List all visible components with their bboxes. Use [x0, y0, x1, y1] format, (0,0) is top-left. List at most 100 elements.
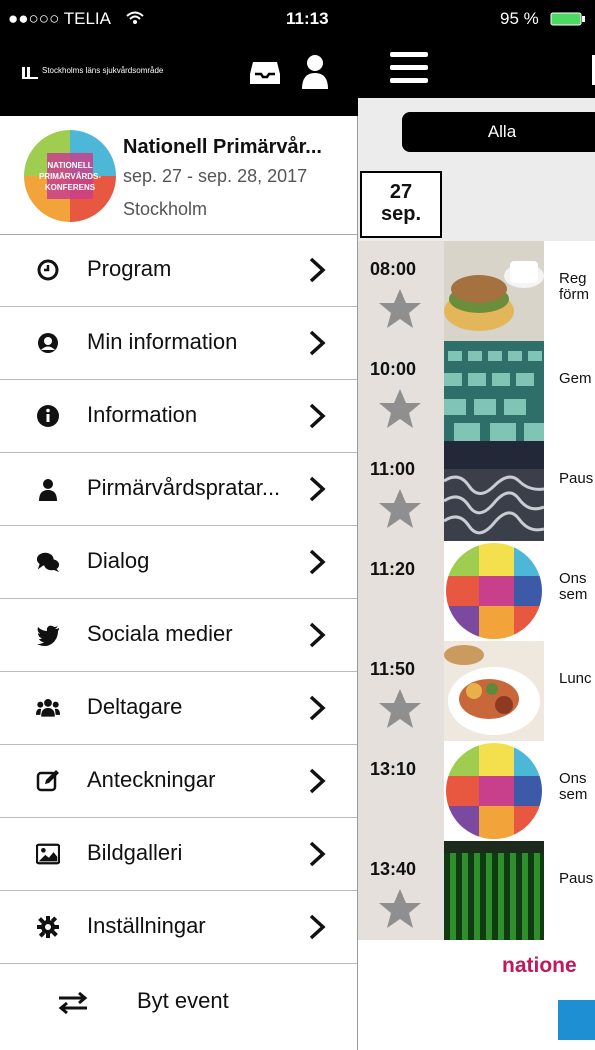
favorite-star-icon[interactable] [378, 887, 422, 929]
event-dates: sep. 27 - sep. 28, 2017 [123, 166, 308, 186]
event-logo-text: NATIONELL PRIMÄRVÅRDS-KONFERENS [38, 161, 102, 192]
session-title-line: Lunc [559, 670, 592, 687]
session-time: 08:00 [370, 259, 417, 279]
session-row[interactable]: 13:40 Paus [358, 841, 595, 941]
menu-item-label: Information [87, 402, 198, 427]
session-title: Reg förm [559, 271, 589, 303]
chevron-right-icon [309, 549, 326, 575]
session-title-line: Reg [559, 270, 587, 287]
session-thumbnail-food [444, 641, 544, 741]
clock-icon [37, 259, 59, 281]
switch-event-button[interactable]: Byt event [0, 964, 357, 1036]
filter-all-button[interactable]: Alla [402, 112, 595, 152]
session-thumbnail-logo [444, 741, 544, 841]
session-time: 10:00 [370, 359, 417, 379]
session-row[interactable]: 11:50 Lunc [358, 641, 595, 741]
session-thumbnail-metal [444, 441, 544, 541]
menu-item-label: Pirmärvårdspratar... [87, 475, 281, 500]
edit-icon [36, 770, 59, 792]
chevron-right-icon [309, 257, 326, 283]
menu-item-label: Program [87, 256, 172, 281]
favorite-star-icon[interactable] [378, 287, 422, 329]
time-column [358, 541, 444, 641]
menu-item-primarvardspratar[interactable]: Pirmärvårdspratar... [0, 453, 357, 526]
session-row[interactable]: 11:00 Paus [358, 441, 595, 541]
session-title-line: Paus [559, 870, 594, 887]
chevron-right-icon [309, 403, 326, 429]
event-card[interactable]: NATIONELL PRIMÄRVÅRDS-KONFERENS Nationel… [0, 116, 357, 235]
twitter-icon [37, 625, 59, 647]
session-row[interactable]: 11:20 Ons sem [358, 541, 595, 641]
session-title-line: Gem [559, 370, 592, 387]
date-day: 27 [389, 181, 413, 203]
session-title-line: sem [559, 586, 588, 603]
group-icon [36, 699, 60, 717]
image-icon [36, 843, 60, 865]
favorite-star-icon[interactable] [378, 487, 422, 529]
hamburger-menu-button[interactable] [390, 50, 430, 84]
menu-item-label: Sociala medier [87, 621, 233, 646]
event-place: Stockholm [123, 199, 208, 219]
session-thumbnail-food [444, 241, 544, 341]
clock-label: 11:13 [286, 9, 329, 28]
session-title: Paus [559, 871, 593, 887]
session-row[interactable]: 08:00 Reg förm [358, 241, 595, 341]
session-thumbnail-chairs [444, 341, 544, 441]
sponsor-banner-text: natione [502, 954, 577, 977]
info-icon [37, 405, 59, 427]
session-title: Lunc [559, 671, 592, 687]
session-time: 11:20 [370, 559, 416, 579]
person-icon [39, 479, 57, 501]
menu-item-dialog[interactable]: Dialog [0, 526, 357, 599]
session-time: 13:40 [370, 859, 417, 879]
sponsor-banner-logo [558, 1000, 595, 1040]
date-header: 27 sep. [360, 171, 442, 238]
menu-item-anteckningar[interactable]: Anteckningar [0, 745, 357, 818]
menu-item-label: Dialog [87, 548, 150, 573]
session-title-line: Ons [559, 570, 587, 587]
status-bar: ●●○○○ TELIA 11:13 95 % [0, 0, 595, 36]
event-logo: NATIONELL PRIMÄRVÅRDS-KONFERENS [24, 130, 116, 222]
menu-item-sociala-medier[interactable]: Sociala medier [0, 599, 357, 672]
chevron-right-icon [309, 914, 326, 940]
menu-item-label: Anteckningar [87, 767, 216, 792]
battery-label: 95 % [500, 9, 539, 28]
menu-item-label: Min information [87, 329, 238, 354]
profile-icon[interactable] [301, 54, 329, 90]
schedule-panel: Alla 27 sep. 08:00 Reg förm 10:00 Gem 11:… [358, 98, 595, 1050]
time-column [358, 741, 444, 841]
favorite-star-icon[interactable] [378, 687, 422, 729]
session-time: 11:50 [370, 659, 416, 679]
menu-item-deltagare[interactable]: Deltagare [0, 672, 357, 745]
region-logo-icon [22, 67, 38, 79]
session-row[interactable]: 10:00 Gem [358, 341, 595, 441]
hamburger-line [390, 65, 428, 70]
session-row[interactable]: 13:10 Ons sem [358, 741, 595, 841]
session-time: 11:00 [370, 459, 416, 479]
switch-event-label: Byt event [137, 988, 229, 1013]
chevron-right-icon [309, 695, 326, 721]
filter-row: Alla [358, 98, 595, 166]
chevron-right-icon [309, 622, 326, 648]
menu-item-min-information[interactable]: Min information [0, 307, 357, 380]
menu-item-installningar[interactable]: Inställningar [0, 891, 357, 964]
user-circle-icon [38, 333, 58, 353]
battery-icon [550, 12, 585, 26]
favorite-star-icon[interactable] [378, 387, 422, 429]
menu-item-information[interactable]: Information [0, 380, 357, 453]
session-title-line: Paus [559, 470, 594, 487]
inbox-icon[interactable] [249, 58, 281, 86]
menu-item-bildgalleri[interactable]: Bildgalleri [0, 818, 357, 891]
region-logo-text: Stockholms läns sjukvårdsområde [42, 66, 164, 75]
session-thumbnail-logo [444, 541, 544, 641]
date-month: sep. [380, 203, 422, 225]
menu-item-program[interactable]: Program [0, 234, 357, 307]
sidebar: NATIONELL PRIMÄRVÅRDS-KONFERENS Nationel… [0, 116, 358, 1050]
session-thumbnail-curtain [444, 841, 544, 941]
session-title-line: Ons [559, 770, 587, 787]
chevron-right-icon [309, 476, 326, 502]
chevron-right-icon [309, 841, 326, 867]
chat-icon [36, 552, 60, 573]
session-title: Ons sem [559, 771, 587, 803]
chevron-right-icon [309, 330, 326, 356]
